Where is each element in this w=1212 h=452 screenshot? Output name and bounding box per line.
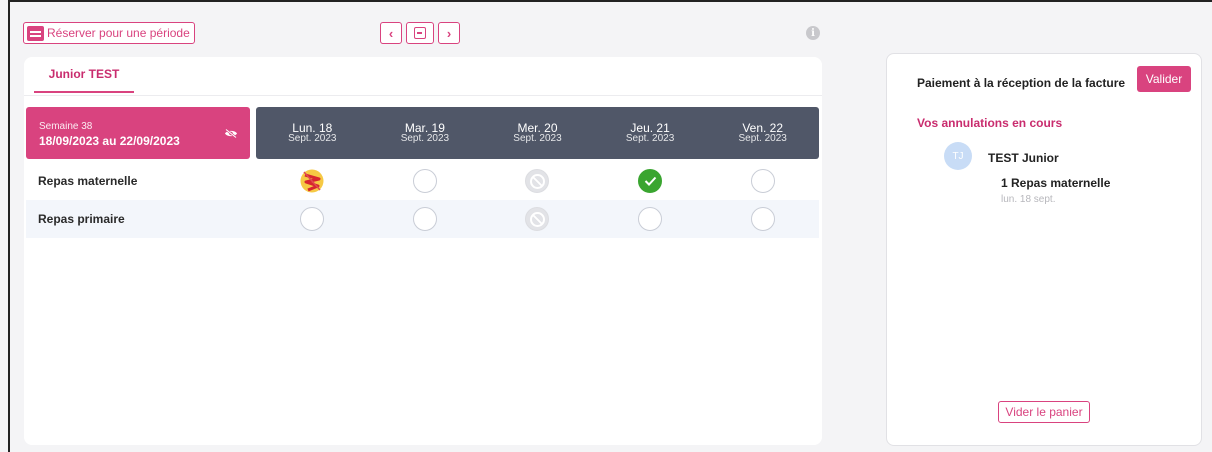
cancellation-date: lun. 18 sept. [1001,194,1056,205]
unselected-circle-icon[interactable] [638,207,663,231]
validate-button[interactable]: Valider [1137,66,1191,92]
day-header-tuesday: Mar. 19 Sept. 2023 [400,121,450,144]
week-number: Semaine 38 [39,121,93,132]
info-icon[interactable]: i [806,26,820,40]
eye-slash-icon[interactable] [224,129,238,138]
cancellations-title: Vos annulations en cours [917,116,1063,130]
meal-row-primaire: Repas primaire [26,200,819,238]
unselected-circle-icon[interactable] [300,207,325,231]
week-navigation: ‹ › [380,22,460,44]
planning-card: Junior TEST Semaine 38 18/09/2023 au 22/… [24,57,822,445]
unselected-circle-icon[interactable] [412,207,437,231]
week-range: 18/09/2023 au 22/09/2023 [39,134,180,148]
chevron-left-icon: ‹ [388,25,394,41]
days-header: Lun. 18 Sept. 2023 Mar. 19 Sept. 2023 Me… [256,107,819,159]
avatar: TJ [944,142,972,170]
calendar-icon [414,27,426,39]
empty-cart-button[interactable]: Vider le panier [998,401,1090,423]
reserve-period-button[interactable]: Réserver pour une période [23,22,195,44]
disabled-circle-icon [525,169,550,193]
meal-cell-thu[interactable] [594,207,707,231]
week-summary: Semaine 38 18/09/2023 au 22/09/2023 [26,107,250,159]
previous-week-button[interactable]: ‹ [380,22,402,44]
meal-cell-wed [481,167,594,195]
cancel-pending-icon[interactable] [298,167,326,195]
reserve-period-label: Réserver pour une période [47,26,190,40]
today-button[interactable] [406,22,434,44]
meal-cell-fri[interactable] [706,167,819,195]
next-week-button[interactable]: › [438,22,460,44]
unselected-circle-icon[interactable] [750,169,775,193]
day-header-friday: Ven. 22 Sept. 2023 [738,121,787,144]
cancellation-meal: 1 Repas maternelle [1001,176,1111,190]
meal-cell-fri[interactable] [706,207,819,231]
disabled-circle-icon [525,207,550,231]
meal-cell-thu[interactable] [594,167,707,195]
meal-cell-tue[interactable] [369,207,482,231]
day-header-wednesday: Mer. 20 Sept. 2023 [513,121,562,144]
meal-row-maternelle: Repas maternelle [26,162,819,200]
tab-divider [24,95,822,96]
check-circle-icon[interactable] [638,169,663,193]
meal-cell-mon[interactable] [256,207,369,231]
unselected-circle-icon[interactable] [412,169,437,193]
day-header-monday: Lun. 18 Sept. 2023 [288,121,337,144]
checkmark-icon [644,176,656,186]
meal-cell-wed [481,207,594,231]
payment-title: Paiement à la réception de la facture [917,76,1126,90]
meal-cell-tue[interactable] [369,167,482,195]
child-name: TEST Junior [988,151,1059,165]
meal-row-label: Repas maternelle [38,174,138,188]
tab-label: Junior TEST [48,67,120,81]
meal-cell-mon[interactable] [256,167,369,195]
unselected-circle-icon[interactable] [750,207,775,231]
tab-junior-test[interactable]: Junior TEST [34,67,134,93]
cart-panel: Paiement à la réception de la facture Va… [886,53,1202,446]
calendar-icon [27,25,44,41]
meal-row-label: Repas primaire [38,212,125,226]
day-header-thursday: Jeu. 21 Sept. 2023 [625,121,675,144]
chevron-right-icon: › [446,25,452,41]
